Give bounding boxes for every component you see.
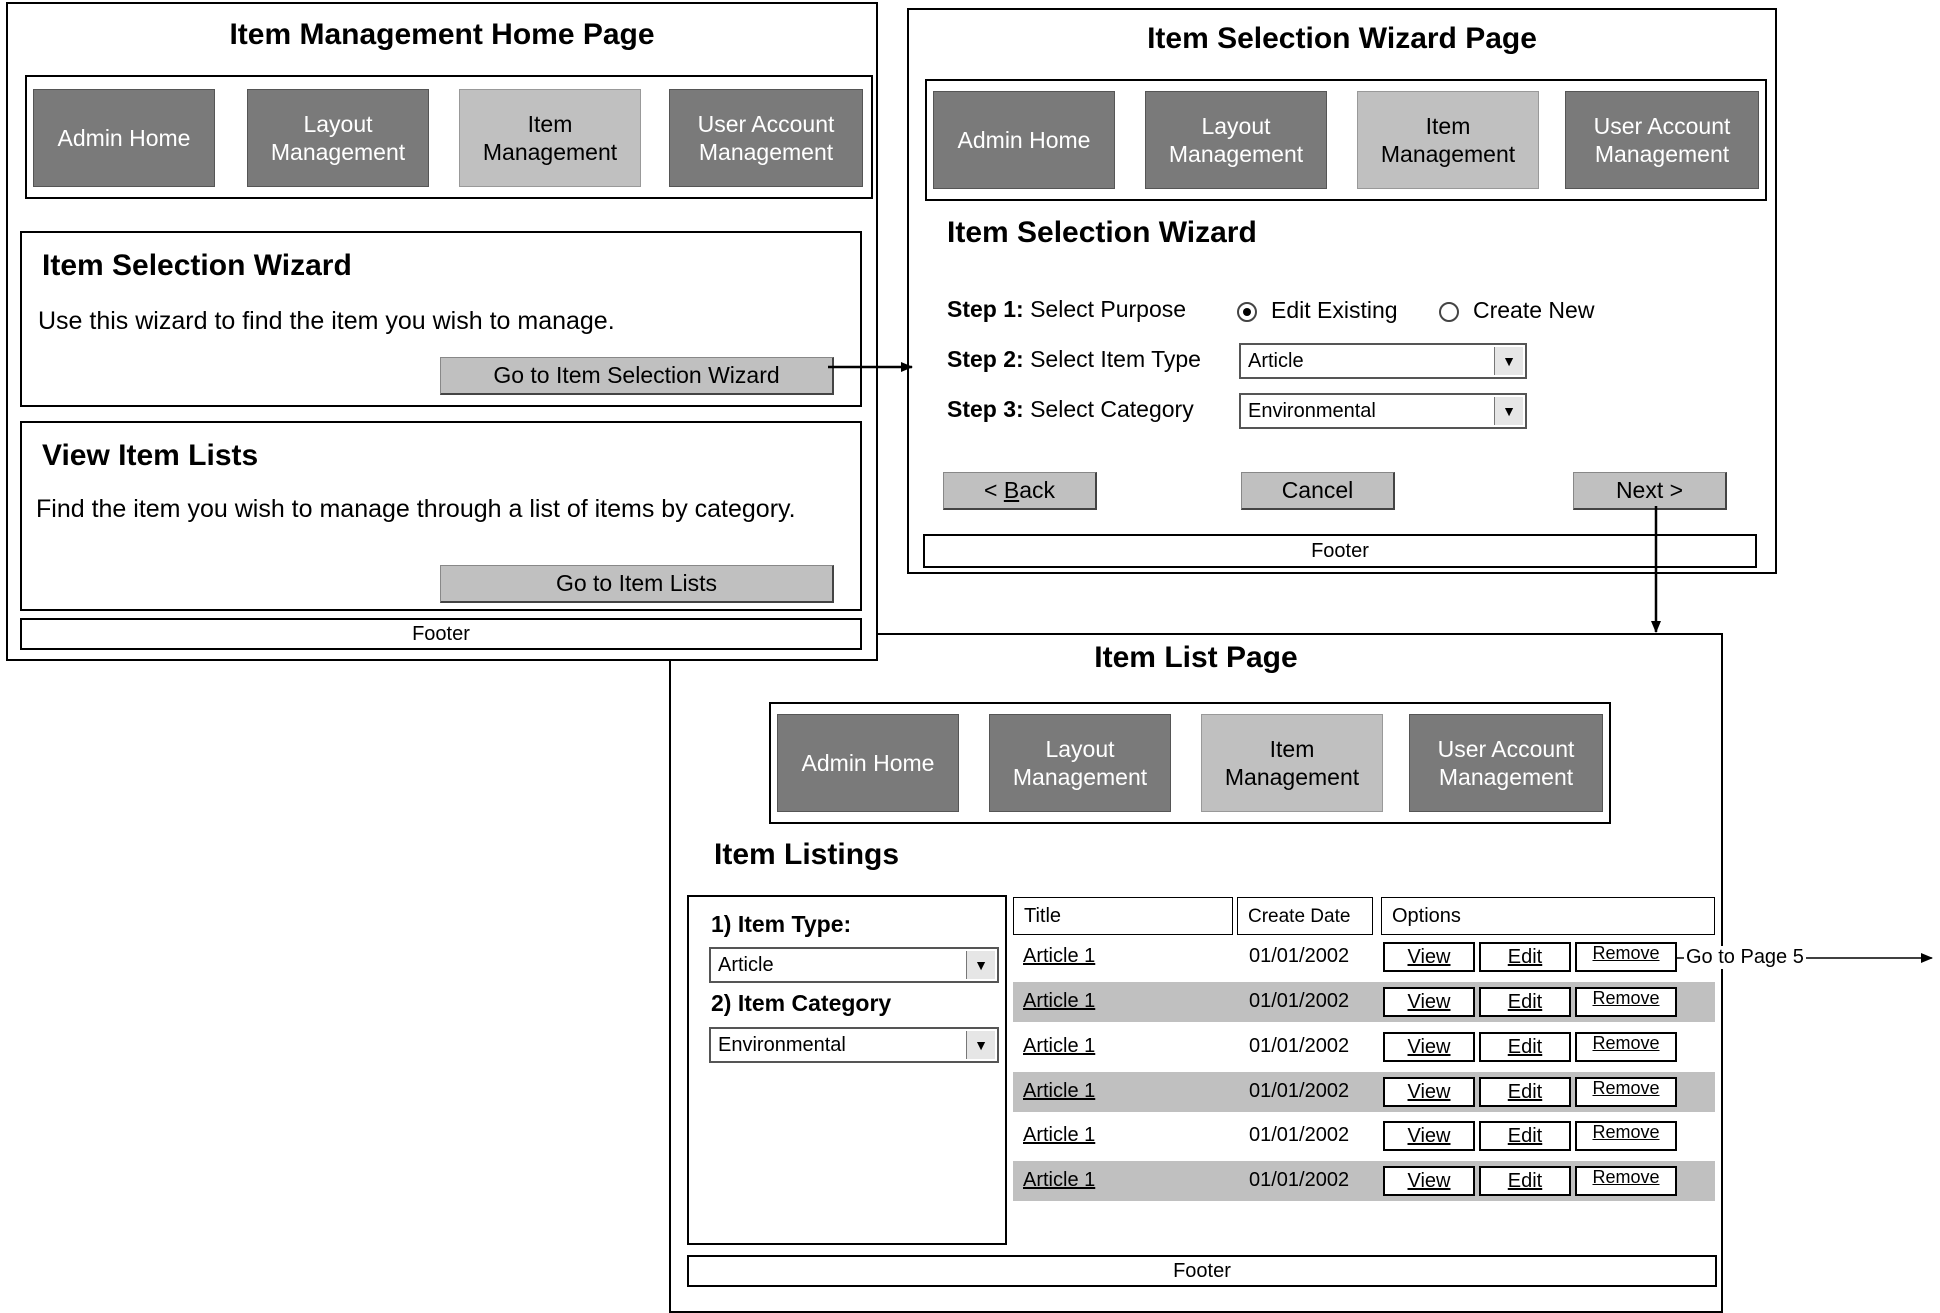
flow-arrows — [828, 362, 1933, 963]
go-to-page-5-label: Go to Page 5 — [1684, 946, 1806, 969]
